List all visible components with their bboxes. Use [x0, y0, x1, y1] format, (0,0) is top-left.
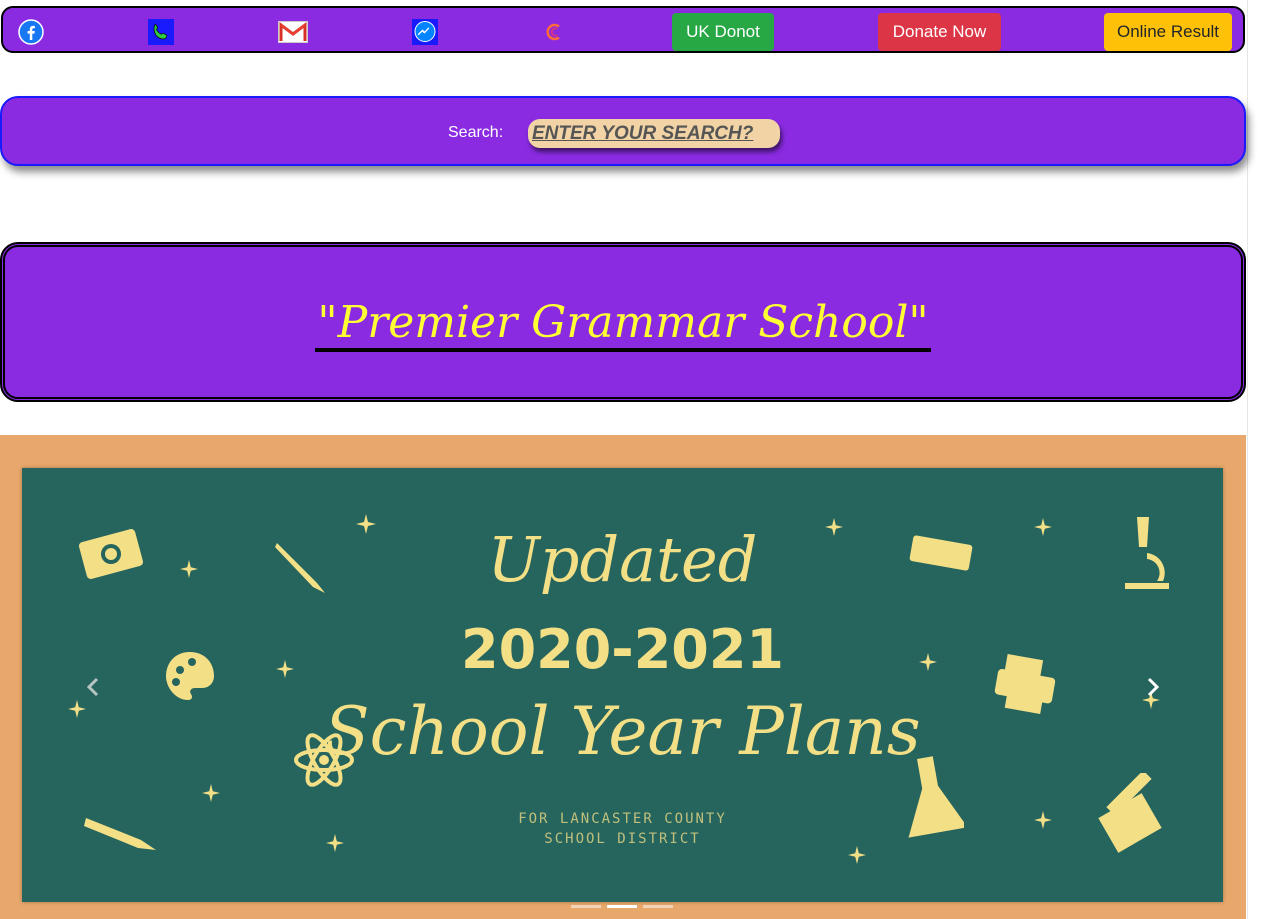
- carousel-next-button[interactable]: [1135, 672, 1171, 702]
- page-title-wrapper: "Premier Grammar School": [5, 297, 1241, 352]
- page-scrollbar[interactable]: [1247, 0, 1265, 919]
- online-result-button[interactable]: Online Result: [1104, 13, 1232, 51]
- gmail-icon[interactable]: [277, 18, 309, 46]
- page-title: "Premier Grammar School": [315, 297, 931, 352]
- carousel-indicator-3[interactable]: [643, 905, 673, 908]
- messenger-icon[interactable]: [411, 18, 439, 46]
- chevron-left-icon: [86, 677, 99, 697]
- sparkle-icon: [202, 784, 220, 802]
- donate-now-button[interactable]: Donate Now: [878, 13, 1001, 51]
- sparkle-icon: [848, 846, 866, 864]
- carousel-indicator-1[interactable]: [571, 905, 601, 908]
- carousel-indicator-2[interactable]: [607, 905, 637, 908]
- school-title-banner: "Premier Grammar School": [0, 242, 1246, 402]
- slide-subtitle-line1: FOR LANCASTER COUNTY: [518, 811, 727, 827]
- uk-donot-button[interactable]: UK Donot: [672, 13, 774, 51]
- search-bar: Search:: [0, 96, 1246, 166]
- carousel-slide: Updated 2020-2021 School Year Plans FOR …: [22, 468, 1223, 902]
- slide-heading-year: 2020-2021: [461, 618, 784, 681]
- carousel-prev-button[interactable]: [75, 672, 111, 702]
- slide-subtitle-line2: SCHOOL DISTRICT: [544, 831, 701, 847]
- search-input[interactable]: [528, 119, 780, 148]
- phone-icon[interactable]: [147, 18, 175, 46]
- search-label: Search:: [448, 124, 504, 141]
- facebook-icon[interactable]: [17, 18, 45, 46]
- carousel-indicators: [571, 905, 673, 908]
- image-carousel: Updated 2020-2021 School Year Plans FOR …: [0, 435, 1246, 919]
- spinner-icon[interactable]: [540, 18, 568, 46]
- slide-heading-updated: Updated: [487, 523, 758, 596]
- top-bar: UK Donot Donate Now Online Result: [1, 6, 1245, 53]
- slide-heading-plans: School Year Plans: [324, 693, 921, 770]
- chevron-right-icon: [1147, 677, 1160, 697]
